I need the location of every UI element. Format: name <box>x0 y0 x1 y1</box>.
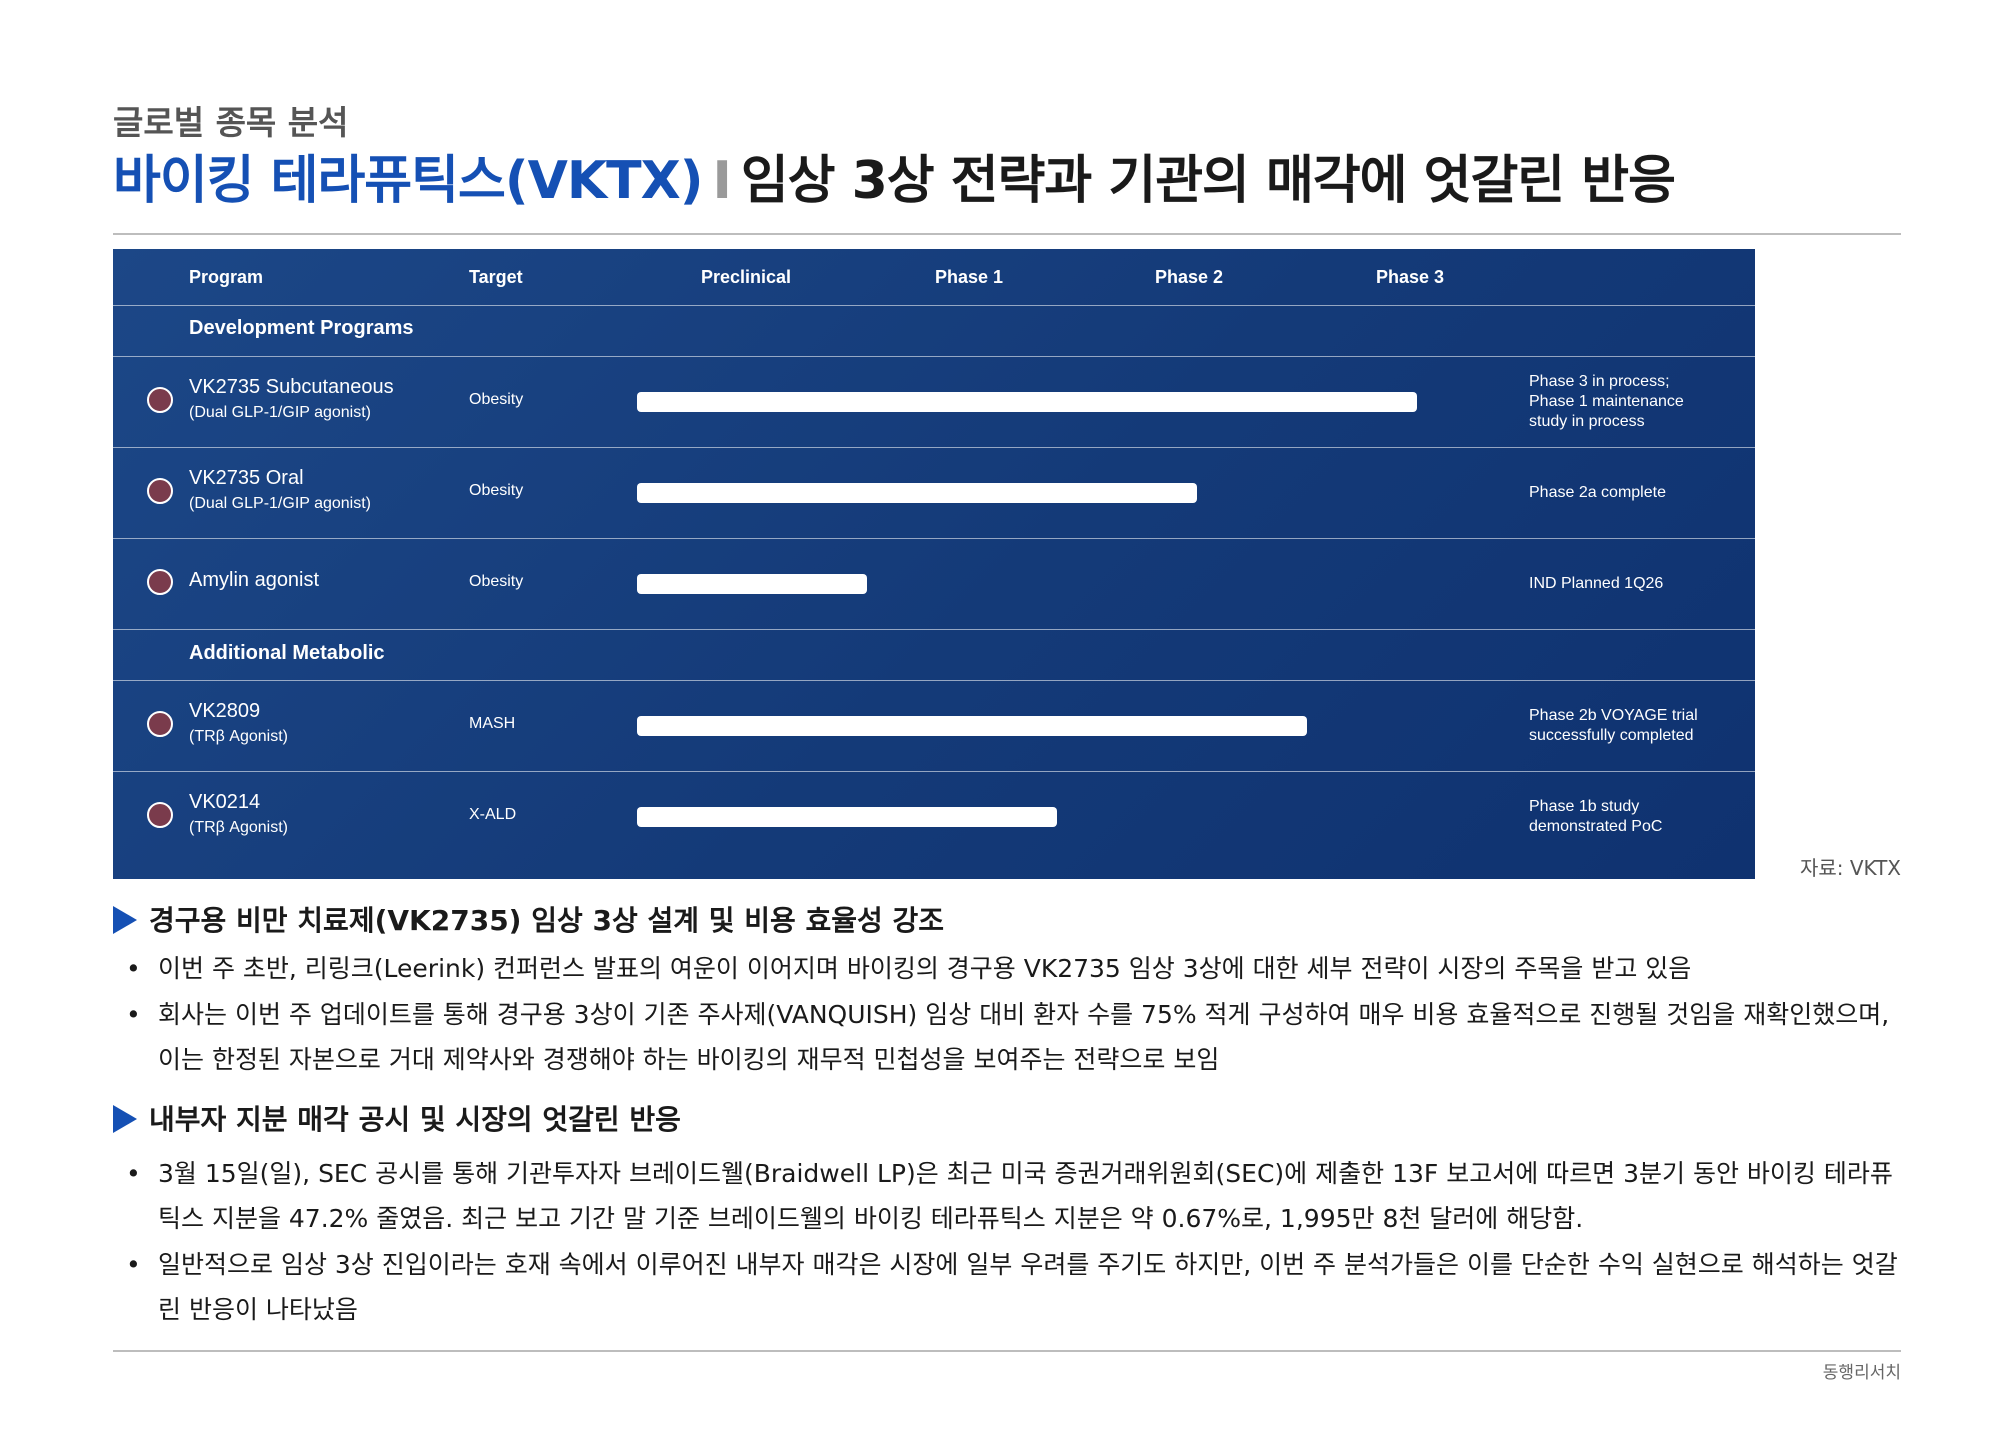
pipeline-row: VK0214 (TRβ Agonist) X-ALD Phase 1b stud… <box>113 772 1755 862</box>
pipeline-row: Amylin agonist Obesity IND Planned 1Q26 <box>113 539 1755 629</box>
top-divider <box>113 233 1901 235</box>
col-target: Target <box>469 267 523 287</box>
header-divider <box>113 305 1755 306</box>
program-dot-icon <box>147 711 173 737</box>
progress-bar <box>637 483 1197 503</box>
program-target: Obesity <box>469 391 524 408</box>
chart-source: 자료: VKTX <box>1799 856 1901 880</box>
pipeline-row: VK2809 (TRβ Agonist) MASH Phase 2b VOYAG… <box>113 681 1755 771</box>
progress-bar <box>637 716 1307 736</box>
program-name: VK2735 Subcutaneous <box>189 376 394 398</box>
section-heading-oral-obesity: 경구용 비만 치료제(VK2735) 임상 3상 설계 및 비용 효율성 강조 <box>113 899 944 939</box>
pipeline-table: Program Target Preclinical Phase 1 Phase… <box>113 249 1755 879</box>
bullet-text: 이번 주 초반, 리링크(Leerink) 컨퍼런스 발표의 여운이 이어지며 … <box>158 954 1692 983</box>
bullet-dot-icon: • <box>126 1000 141 1029</box>
program-dot-icon <box>147 802 173 828</box>
bullet-dot-icon: • <box>126 1250 141 1279</box>
section-heading-text: 내부자 지분 매각 공시 및 시장의 엇갈린 반응 <box>149 1103 681 1136</box>
section-heading-insider-sale: 내부자 지분 매각 공시 및 시장의 엇갈린 반응 <box>113 1098 681 1138</box>
program-mechanism: (TRβ Agonist) <box>189 819 288 836</box>
bullet-text: 3월 15일(일), SEC 공시를 통해 기관투자자 브레이드웰(Braidw… <box>158 1159 1893 1233</box>
title-separator: I <box>712 151 731 211</box>
report-category: 글로벌 종목 분석 <box>113 103 349 142</box>
program-name: VK2735 Oral <box>189 467 304 489</box>
title-topic: 임상 3상 전략과 기관의 매각에 엇갈린 반응 <box>740 151 1676 211</box>
program-status: Phase 2a complete <box>1529 484 1666 501</box>
section-additional-metabolic: Additional Metabolic <box>189 642 385 664</box>
program-target: Obesity <box>469 573 524 590</box>
program-dot-icon <box>147 387 173 413</box>
program-target: MASH <box>469 715 516 732</box>
col-phase3: Phase 3 <box>1376 267 1445 287</box>
bullet-text: 회사는 이번 주 업데이트를 통해 경구용 3상이 기존 주사제(VANQUIS… <box>158 1000 1890 1074</box>
section-development-programs: Development Programs <box>189 317 414 339</box>
bullet-dot-icon: • <box>126 954 141 983</box>
section-heading-text: 경구용 비만 치료제(VK2735) 임상 3상 설계 및 비용 효율성 강조 <box>149 904 945 937</box>
col-program: Program <box>189 267 264 287</box>
program-mechanism: (TRβ Agonist) <box>189 728 288 745</box>
triangle-bullet-icon <box>113 906 137 934</box>
program-name: Amylin agonist <box>189 569 320 591</box>
program-name: VK0214 <box>189 791 261 813</box>
progress-bar <box>637 392 1417 412</box>
program-mechanism: (Dual GLP-1/GIP agonist) <box>189 404 372 421</box>
program-name: VK2809 <box>189 700 261 722</box>
progress-bar <box>637 807 1057 827</box>
triangle-bullet-icon <box>113 1105 137 1133</box>
program-target: X-ALD <box>469 806 517 823</box>
row-divider <box>113 629 1755 630</box>
program-status: Phase 2b VOYAGE trial successfully compl… <box>1529 707 1698 744</box>
program-status: IND Planned 1Q26 <box>1529 575 1664 592</box>
program-status: Phase 1b study demonstrated PoC <box>1529 798 1663 835</box>
program-dot-icon <box>147 569 173 595</box>
program-dot-icon <box>147 478 173 504</box>
program-status: Phase 3 in process; Phase 1 maintenance … <box>1529 373 1684 430</box>
bullet-dot-icon: • <box>126 1159 141 1188</box>
progress-bar <box>637 574 867 594</box>
program-target: Obesity <box>469 482 524 499</box>
col-preclinical: Preclinical <box>701 267 792 287</box>
pipeline-row: VK2735 Oral (Dual GLP-1/GIP agonist) Obe… <box>113 448 1755 538</box>
bottom-divider <box>113 1350 1901 1352</box>
page-title: 바이킹 테라퓨틱스(VKTX) I 임상 3상 전략과 기관의 매각에 엇갈린 반응 <box>113 138 1676 213</box>
col-phase1: Phase 1 <box>935 267 1004 287</box>
program-mechanism: (Dual GLP-1/GIP agonist) <box>189 495 372 512</box>
pipeline-row: VK2735 Subcutaneous (Dual GLP-1/GIP agon… <box>113 357 1755 447</box>
footer-brand: 동행리서치 <box>1822 1363 1901 1383</box>
bullet-text: 일반적으로 임상 3상 진입이라는 호재 속에서 이루어진 내부자 매각은 시장… <box>158 1250 1898 1324</box>
title-company: 바이킹 테라퓨틱스(VKTX) <box>113 151 703 211</box>
col-phase2: Phase 2 <box>1155 267 1224 287</box>
